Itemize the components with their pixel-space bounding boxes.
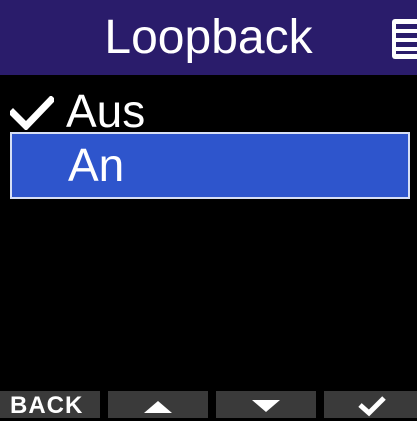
- back-label: BACK: [10, 392, 84, 419]
- down-arrow-icon: [252, 400, 280, 412]
- soft-key-bar: BACK: [0, 391, 417, 419]
- confirm-button[interactable]: [324, 391, 417, 418]
- device-screen: Loopback Aus An BACK: [0, 0, 417, 419]
- down-button[interactable]: [216, 391, 316, 418]
- up-arrow-icon: [144, 401, 172, 413]
- option-label: An: [68, 139, 125, 191]
- battery-icon: [392, 19, 417, 59]
- page-title: Loopback: [104, 11, 313, 64]
- back-button[interactable]: BACK: [0, 391, 100, 419]
- option-an[interactable]: An: [10, 132, 410, 199]
- checkmark-icon: [358, 396, 386, 417]
- checkmark-icon: [10, 96, 54, 130]
- title-bar: Loopback: [0, 0, 417, 75]
- up-button[interactable]: [108, 391, 208, 418]
